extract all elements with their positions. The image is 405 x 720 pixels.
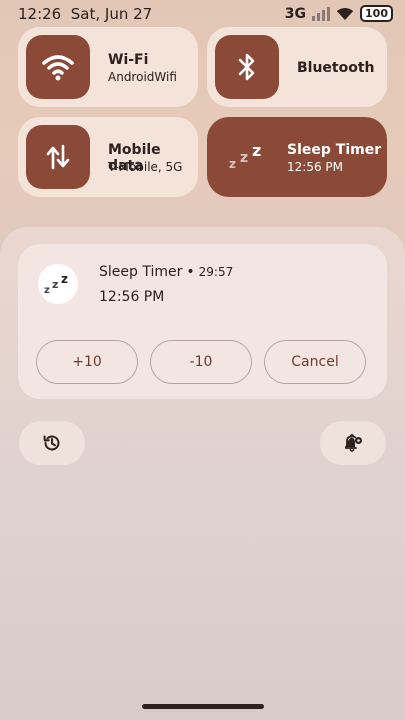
status-bar: 12:26 Sat, Jun 27 3G 100 (0, 0, 405, 30)
notification-end-time: 12:56 PM (99, 289, 165, 305)
sleep-timer-notification[interactable]: z z z Sleep Timer • 29:57 12:56 PM +10 -10… (18, 244, 387, 399)
status-date: Sat, Jun 27 (70, 5, 153, 23)
home-gesture-bar[interactable] (142, 704, 264, 709)
tile-mobile-data[interactable]: Mobile data T-Mobile, 5G (18, 117, 198, 197)
tile-wifi-title: Wi-Fi (108, 52, 149, 68)
svg-text:z: z (61, 273, 68, 286)
svg-text:z: z (240, 150, 248, 166)
notification-history-button[interactable] (19, 421, 85, 465)
notification-settings-icon (345, 434, 362, 452)
signal-icon (312, 6, 331, 21)
notification-app-name: Sleep Timer (99, 264, 183, 280)
tile-bluetooth[interactable]: Bluetooth (207, 27, 387, 107)
minus-ten-button[interactable]: -10 (150, 340, 252, 384)
tile-mobile-data-subtitle: T-Mobile, 5G (108, 160, 183, 174)
history-icon (43, 435, 60, 451)
tile-sleep-timer-subtitle: 12:56 PM (287, 160, 343, 174)
tile-bluetooth-title: Bluetooth (297, 60, 375, 76)
svg-text:z: z (252, 142, 261, 160)
tile-sleep-timer[interactable]: z z z Sleep Timer 12:56 PM (207, 117, 387, 197)
status-time: 12:26 (18, 5, 62, 23)
network-type: 3G (284, 5, 307, 22)
tile-sleep-timer-title: Sleep Timer (287, 142, 382, 158)
wifi-status-icon (336, 7, 354, 20)
cancel-button[interactable]: Cancel (264, 340, 366, 384)
svg-text:z: z (229, 157, 236, 171)
sleep-zzz-icon: z z z (215, 125, 279, 189)
status-time-date: 12:26 Sat, Jun 27 (18, 5, 152, 23)
svg-text:z: z (44, 285, 50, 295)
notification-header: Sleep Timer • 29:57 (99, 264, 233, 280)
tile-wifi-subtitle: AndroidWifi (108, 70, 177, 84)
svg-text:z: z (52, 278, 58, 291)
notification-settings-button[interactable] (320, 421, 386, 465)
notification-countdown: 29:57 (198, 265, 234, 279)
status-icons: 3G 100 (285, 5, 393, 22)
bluetooth-icon (215, 35, 279, 99)
tile-wifi[interactable]: Wi-Fi AndroidWifi (18, 27, 198, 107)
plus-ten-button[interactable]: +10 (36, 340, 138, 384)
sleep-zzz-icon: z z z (38, 264, 78, 304)
wifi-icon (26, 35, 90, 99)
notification-separator: • (186, 264, 195, 280)
mobile-data-icon (26, 125, 90, 189)
battery-icon: 100 (360, 5, 393, 22)
